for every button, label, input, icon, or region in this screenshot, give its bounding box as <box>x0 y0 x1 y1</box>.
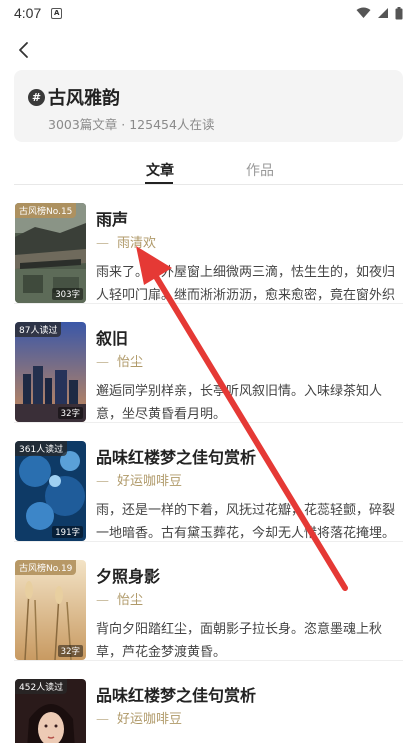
article-excerpt: 雨来了。窗外屋窗上细微两三滴，怯生生的，如夜归人轻叩门扉。继而淅淅沥沥，愈来愈密… <box>96 265 396 303</box>
battery-icon <box>395 6 403 19</box>
article-author[interactable]: — 怡尘 <box>96 351 143 370</box>
item-divider <box>14 541 403 542</box>
article-excerpt: 雨，还是一样的下着，风抚过花瓣，花蕊轻颤，碎裂一地暗香。古有黛玉葬花，今却无人惜… <box>96 503 396 541</box>
article-author[interactable]: — 好运咖啡豆 <box>96 470 182 489</box>
article-thumbnail: 361人读过 191字 <box>15 441 86 541</box>
tab-articles[interactable]: 文章 <box>146 160 174 180</box>
article-excerpt: 邂逅同学别样亲，长亭听风叙旧情。入味绿茶知人意，坐尽黄昏看月明。 <box>96 384 383 422</box>
article-badge: 古风榜No.15 <box>15 203 77 218</box>
word-count: 303字 <box>52 288 83 300</box>
topic-title: 古风雅韵 <box>48 88 120 109</box>
article-title: 品味红楼梦之佳句赏析 <box>96 686 257 705</box>
article-thumbnail: 87人读过 32字 <box>15 322 86 422</box>
topic-card: # 古风雅韵 3003篇文章 · 125454人在读 <box>14 70 403 142</box>
wifi-icon <box>356 7 371 18</box>
topic-meta: 3003篇文章 · 125454人在读 <box>48 117 215 132</box>
tabs-divider <box>14 184 403 185</box>
word-count: 191字 <box>52 526 83 538</box>
status-bar: 4:07 A <box>0 0 417 26</box>
notification-icon: A <box>51 7 63 19</box>
article-excerpt: 背向夕阳踏红尘，面朝影子拉长身。恣意墨魂上秋草，芦花金梦渡黄昏。 <box>96 622 383 660</box>
article-title: 叙旧 <box>96 329 129 348</box>
article-thumbnail: 古风榜No.15 303字 <box>15 203 86 303</box>
article-item[interactable]: 古风榜No.15 303字 雨声 — 雨清欢 雨来了。窗外屋窗上细微两三滴，怯生生… <box>0 186 417 304</box>
signal-icon <box>378 8 388 18</box>
article-item[interactable]: 87人读过 32字 叙旧 — 怡尘 邂逅同学别样亲，长亭听风叙旧情。入味绿茶知人意… <box>0 305 417 423</box>
article-badge: 452人读过 <box>15 679 68 694</box>
word-count: 32字 <box>57 645 83 657</box>
article-title: 雨声 <box>96 210 129 229</box>
back-button[interactable] <box>10 38 36 62</box>
article-author[interactable]: — 好运咖啡豆 <box>96 708 182 727</box>
article-author[interactable]: — 怡尘 <box>96 589 143 608</box>
chevron-left-icon <box>19 42 28 58</box>
article-author[interactable]: — 雨清欢 <box>96 232 156 251</box>
status-icons <box>356 6 403 20</box>
article-thumbnail: 古风榜No.19 32字 <box>15 560 86 660</box>
article-badge: 古风榜No.19 <box>15 560 77 575</box>
tab-works[interactable]: 作品 <box>246 160 274 180</box>
article-badge: 361人读过 <box>15 441 68 456</box>
word-count: 32字 <box>57 407 83 419</box>
article-title: 品味红楼梦之佳句赏析 <box>96 448 257 467</box>
article-item[interactable]: 古风榜No.19 32字 夕照身影 — 怡尘 背向夕阳踏红尘，面朝影子拉长身。恣意… <box>0 543 417 661</box>
hash-icon: # <box>28 88 45 106</box>
item-divider <box>14 303 403 304</box>
article-item[interactable]: 452人读过 品味红楼梦之佳句赏析 — 好运咖啡豆 <box>0 662 417 743</box>
item-divider <box>14 660 403 661</box>
tab-bar: 文章 作品 <box>0 154 417 186</box>
article-badge: 87人读过 <box>15 322 62 337</box>
article-item[interactable]: 361人读过 191字 品味红楼梦之佳句赏析 — 好运咖啡豆 雨，还是一样的下着，… <box>0 424 417 542</box>
article-title: 夕照身影 <box>96 567 161 586</box>
item-divider <box>14 422 403 423</box>
article-thumbnail: 452人读过 <box>15 679 86 743</box>
topic-title-row: # 古风雅韵 <box>28 84 120 110</box>
status-time: 4:07 <box>14 5 42 21</box>
